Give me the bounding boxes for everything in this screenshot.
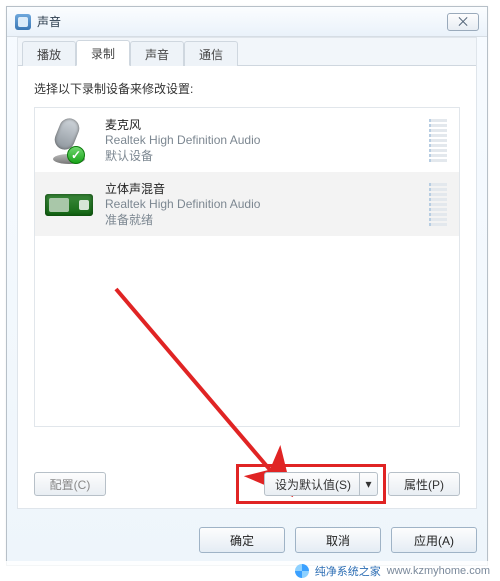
ok-button[interactable]: 确定 <box>199 527 285 553</box>
device-title: 立体声混音 <box>105 180 417 197</box>
level-meter-icon <box>429 182 447 226</box>
close-icon: ⨉ <box>458 16 468 28</box>
watermark-url: www.kzmyhome.com <box>387 565 490 577</box>
close-button[interactable]: ⨉ <box>447 13 479 31</box>
tab-recording[interactable]: 录制 <box>76 40 130 66</box>
set-default-button[interactable]: 设为默认值(S) ▾ <box>264 472 378 496</box>
tab-communications[interactable]: 通信 <box>184 41 238 66</box>
set-default-label: 设为默认值(S) <box>275 476 351 493</box>
title-bar: 声音 ⨉ <box>7 7 487 37</box>
dialog-body: 播放 录制 声音 通信 选择以下录制设备来修改设置: ✓ 麦克风 Realtek… <box>17 37 477 509</box>
microphone-icon: ✓ <box>45 116 93 164</box>
default-check-icon: ✓ <box>67 146 85 164</box>
watermark-logo-icon <box>295 564 309 578</box>
chevron-down-icon: ▾ <box>365 477 371 491</box>
sound-dialog: 声音 ⨉ 播放 录制 声音 通信 选择以下录制设备来修改设置: ✓ <box>6 6 488 566</box>
watermark-brand: 纯净系统之家 <box>315 563 381 579</box>
dialog-button-row: 确定 取消 应用(A) <box>17 527 477 553</box>
tab-sounds[interactable]: 声音 <box>130 41 184 66</box>
level-meter-icon <box>429 118 447 162</box>
device-list[interactable]: ✓ 麦克风 Realtek High Definition Audio 默认设备 <box>34 107 460 427</box>
device-item-microphone[interactable]: ✓ 麦克风 Realtek High Definition Audio 默认设备 <box>35 108 459 172</box>
watermark: 纯净系统之家 www.kzmyhome.com <box>0 561 500 581</box>
tab-strip: 播放 录制 声音 通信 <box>18 38 476 66</box>
device-status: 默认设备 <box>105 147 417 164</box>
tab-playback[interactable]: 播放 <box>22 41 76 66</box>
instruction-text: 选择以下录制设备来修改设置: <box>34 80 460 97</box>
device-item-stereomix[interactable]: 立体声混音 Realtek High Definition Audio 准备就绪 <box>35 172 459 236</box>
device-subtitle: Realtek High Definition Audio <box>105 197 417 211</box>
apply-button[interactable]: 应用(A) <box>391 527 477 553</box>
soundcard-icon <box>45 180 93 228</box>
sound-icon <box>15 14 31 30</box>
recording-pane: 选择以下录制设备来修改设置: ✓ 麦克风 Realtek High Defini… <box>18 66 476 508</box>
device-subtitle: Realtek High Definition Audio <box>105 133 417 147</box>
properties-button[interactable]: 属性(P) <box>388 472 460 496</box>
device-title: 麦克风 <box>105 116 417 133</box>
window-title: 声音 <box>37 13 61 30</box>
device-status: 准备就绪 <box>105 211 417 228</box>
pane-button-row: 配置(C) 设为默认值(S) ▾ 属性(P) <box>34 472 460 496</box>
configure-button[interactable]: 配置(C) <box>34 472 106 496</box>
cancel-button[interactable]: 取消 <box>295 527 381 553</box>
set-default-dropdown[interactable]: ▾ <box>359 473 377 495</box>
